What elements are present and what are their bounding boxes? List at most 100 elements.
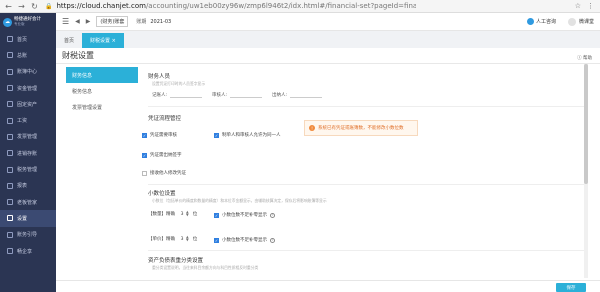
sidebar-item[interactable]: 税务管理 (0, 161, 56, 177)
browser-actions: ☆ ⋮ (575, 2, 600, 10)
quantity-stepper[interactable]: 3 ▲ ▼ (179, 210, 189, 217)
stepper-arrows-icon[interactable]: ▲ ▼ (186, 210, 189, 217)
sidebar-item-icon (7, 101, 13, 108)
voucher-audit-checkbox[interactable]: ✓ 凭证需要审核 (142, 132, 177, 138)
sidebar-item[interactable]: 固定资产 (0, 96, 56, 112)
sidebar-item[interactable]: 畅企享 (0, 243, 56, 259)
sidebar-item[interactable]: 设置 (0, 210, 56, 227)
sidebar-item-icon (7, 133, 13, 140)
scrollbar[interactable] (584, 64, 588, 278)
tab-home[interactable]: 首页 (56, 33, 82, 48)
expand-icon[interactable]: ▶ (86, 18, 91, 25)
section-divider (148, 250, 584, 251)
subnav-invoice-settings[interactable]: 发票管理设置 (66, 99, 138, 115)
price-stepper[interactable]: 3 ▲ ▼ (179, 235, 189, 242)
footer-bar: 保存 (56, 280, 600, 292)
section-divider (148, 184, 584, 185)
sidebar-item-icon (7, 36, 13, 43)
scrollbar-thumb[interactable] (584, 64, 588, 184)
cashier-input[interactable] (290, 93, 323, 98)
price-pad-zero-checkbox[interactable]: ✓ 小数位数不足补零显示? (214, 237, 275, 243)
star-icon[interactable]: ☆ (575, 2, 581, 10)
warning-icon: ! (309, 125, 315, 131)
back-icon[interactable]: ← (4, 2, 13, 11)
sidebar-item-icon (7, 150, 13, 157)
sidebar-item-label: 首页 (17, 36, 28, 43)
decimal-heading: 小数位设置 (148, 191, 176, 197)
assets-note: 重分类设置说明，当往来科目余额方向与科目性质相反时重分类 (152, 265, 259, 270)
quantity-decimal-row: 【数量】精确 3 ▲ ▼ 位 (148, 210, 198, 217)
service-button[interactable]: 人工咨询 (526, 18, 556, 25)
user-menu[interactable]: 微课堂 (567, 17, 594, 26)
sidebar-item[interactable]: 资金管理 (0, 80, 56, 96)
sidebar-item[interactable]: 老板管家 (0, 194, 56, 210)
same-person-checkbox[interactable]: ✓ 制单人和审核人允许为同一人 (214, 132, 281, 138)
bookkeeper-input[interactable] (170, 93, 203, 98)
reviewer-field: 审核人: (212, 92, 263, 98)
extensions-icon[interactable]: ⋮ (587, 2, 594, 10)
sidebar-item-label: 资金管理 (17, 85, 38, 92)
sidebar-item-label: 总账 (17, 52, 28, 59)
stepper-arrows-icon[interactable]: ▲ ▼ (186, 235, 189, 242)
sidebar-item-icon (7, 215, 13, 222)
check-icon: ✓ (214, 132, 219, 138)
checkbox-box (142, 170, 147, 176)
sidebar-item-icon (7, 68, 13, 75)
url-host: https://cloud.chanjet.com (56, 2, 146, 10)
sidebar-item-label: 税务管理 (17, 167, 38, 174)
account-selector[interactable]: (财务)账套 (96, 16, 129, 27)
menu-icon[interactable]: ☰ (62, 17, 69, 26)
assets-heading: 资产负债表重分类设置 (148, 258, 204, 264)
forward-icon[interactable]: → (17, 2, 26, 11)
cloud-logo-icon: ☁ (3, 17, 12, 27)
finance-people-note: 设置凭证打印时的人员签字显示 (152, 81, 206, 86)
help-icon[interactable]: ? (270, 237, 275, 243)
sidebar-item[interactable]: 发票管理 (0, 129, 56, 145)
settings-subnav: 财务信息 税务信息 发票管理设置 (66, 67, 138, 115)
help-link[interactable]: ⓘ 帮助 (577, 55, 592, 61)
reload-icon[interactable]: ↻ (30, 2, 39, 11)
sidebar-item[interactable]: 进销存账 (0, 145, 56, 161)
sidebar-item-icon (7, 199, 13, 206)
accept-edits-checkbox[interactable]: 接收他人修改凭证 (142, 170, 186, 176)
browser-nav: ← → ↻ (0, 2, 39, 11)
browser-toolbar: ← → ↻ 🔒 https://cloud.chanjet.com/accoun… (0, 0, 600, 13)
sidebar-item-label: 设置 (17, 215, 28, 222)
sidebar-item[interactable]: 总账 (0, 47, 56, 63)
period-value[interactable]: 2021-03 (150, 19, 171, 25)
sidebar-item-icon (7, 52, 13, 59)
sidebar: ☁ 畅捷通好会计 专业版 首页总账账簿中心资金管理固定资产 工资发票管理进销存账税… (0, 13, 56, 292)
sidebar-item-label: 进销存账 (17, 150, 38, 157)
subnav-finance-info[interactable]: 财务信息 (66, 67, 138, 83)
check-icon: ✓ (142, 132, 147, 138)
logo: ☁ 畅捷通好会计 专业版 (0, 13, 56, 31)
sidebar-item-label: 发票管理 (17, 134, 38, 141)
avatar (567, 17, 576, 26)
address-bar[interactable]: https://cloud.chanjet.com/accounting/uw1… (56, 2, 416, 10)
subnav-tax-info[interactable]: 税务信息 (66, 83, 138, 99)
sidebar-item-label: 账簿中心 (17, 69, 38, 76)
quantity-pad-zero-checkbox[interactable]: ✓ 小数位数不足补零显示? (214, 212, 275, 218)
tab-financial-settings[interactable]: 财税设置 × (82, 33, 124, 48)
reviewer-input[interactable] (230, 93, 263, 98)
check-icon: ✓ (214, 212, 219, 218)
sidebar-item[interactable]: 账簿中心 (0, 64, 56, 80)
help-icon[interactable]: ? (270, 212, 275, 218)
tab-strip: 首页 财税设置 × (56, 31, 600, 48)
sidebar-item[interactable]: 报表 (0, 178, 56, 194)
cashier-field: 出纳人: (272, 92, 323, 98)
sidebar-item-icon (7, 166, 13, 173)
finance-people-heading: 财务人员 (148, 74, 171, 80)
sidebar-item[interactable]: 首页 (0, 31, 56, 47)
period-display: 账期 2021-03 (136, 18, 171, 25)
collapse-icon[interactable]: ◀ (75, 18, 80, 25)
save-button[interactable]: 保存 (556, 283, 586, 292)
warning-banner: ! 系统已有凭证或账簿数，不能修改小数位数 (304, 120, 418, 136)
sidebar-item[interactable]: 工资 (0, 112, 56, 128)
cashier-sign-checkbox[interactable]: ✓ 凭证需出纳签字 (142, 152, 182, 158)
sidebar-item[interactable]: 账务引导 (0, 227, 56, 243)
page-title: 财税设置 (62, 51, 94, 60)
sidebar-item-label: 老板管家 (17, 199, 38, 206)
settings-content: 财务人员 设置凭证打印时的人员签字显示 记账人: 审核人: 出纳人: 凭证流程管… (142, 64, 584, 278)
sidebar-item-icon (7, 182, 13, 189)
